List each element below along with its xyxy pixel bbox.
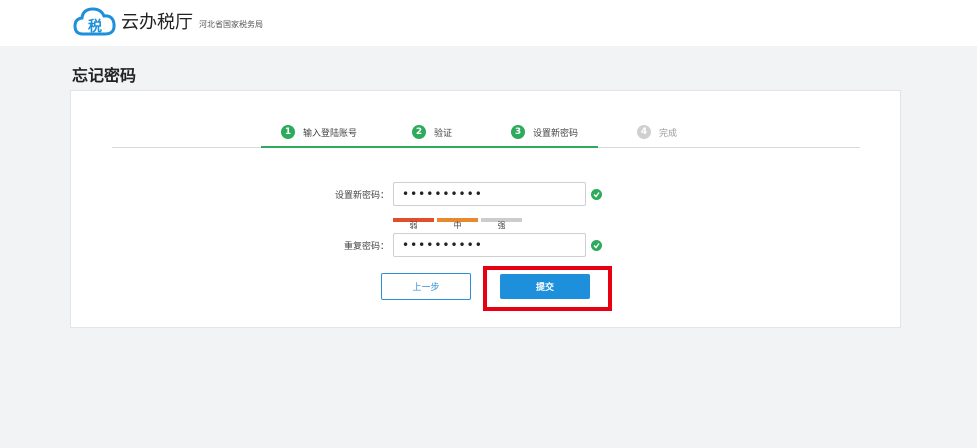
top-bar: 税 云办税厅 河北省国家税务局 xyxy=(0,0,977,46)
confirm-password-input[interactable]: •••••••••• xyxy=(393,233,586,257)
logo-text: 税 xyxy=(88,18,102,35)
page-title: 忘记密码 xyxy=(72,66,137,85)
strength-label-medium: 中 xyxy=(453,221,462,230)
step-number: 4 xyxy=(637,125,651,139)
submit-highlight-box xyxy=(483,266,612,311)
app-name: 云办税厅 xyxy=(121,12,193,33)
new-password-row: 设置新密码： •••••••••• xyxy=(309,182,602,206)
step-label: 输入登陆账号 xyxy=(303,128,358,139)
previous-step-button[interactable]: 上一步 xyxy=(381,273,471,300)
step-number: 3 xyxy=(511,125,525,139)
org-name: 河北省国家税务局 xyxy=(199,20,263,29)
step-account: 1 输入登陆账号 xyxy=(281,125,357,139)
step-label: 验证 xyxy=(434,128,453,139)
strength-label-strong: 强 xyxy=(497,221,506,230)
password-strength-meter: 弱 中 强 xyxy=(393,216,523,230)
step-complete: 4 完成 xyxy=(637,125,677,139)
steps-track-progress xyxy=(261,146,598,148)
cloud-tax-logo-icon: 税 xyxy=(73,6,117,38)
confirm-password-label: 重复密码： xyxy=(343,241,389,252)
new-password-label: 设置新密码： xyxy=(334,190,389,201)
step-label: 完成 xyxy=(659,128,678,139)
step-label: 设置新密码 xyxy=(533,128,579,139)
step-number: 1 xyxy=(281,125,295,139)
check-icon xyxy=(591,188,602,200)
logo[interactable]: 税 云办税厅 河北省国家税务局 xyxy=(73,6,263,38)
check-icon xyxy=(591,239,602,251)
step-set-password: 3 设置新密码 xyxy=(511,125,578,139)
new-password-input[interactable]: •••••••••• xyxy=(393,182,586,206)
confirm-password-row: 重复密码： •••••••••• xyxy=(309,233,602,257)
step-verify: 2 验证 xyxy=(412,125,452,139)
step-number: 2 xyxy=(412,125,426,139)
strength-label-weak: 弱 xyxy=(409,221,418,230)
